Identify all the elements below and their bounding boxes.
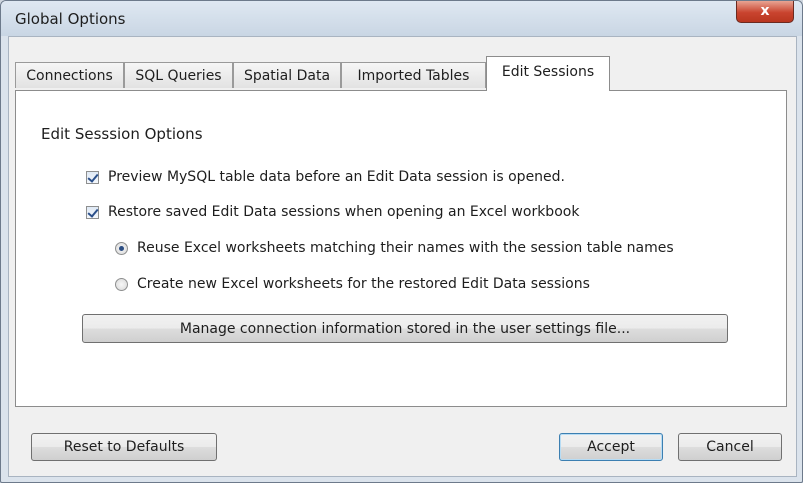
cancel-button[interactable]: Cancel [678, 433, 782, 461]
tab-connections[interactable]: Connections [15, 62, 124, 88]
global-options-dialog: Global Options x Connections SQL Queries… [0, 0, 803, 483]
title-bar[interactable]: Global Options x [1, 1, 802, 36]
dialog-body: Connections SQL Queries Spatial Data Imp… [8, 36, 797, 477]
manage-connections-button[interactable]: Manage connection information stored in … [82, 314, 728, 343]
preview-checkbox[interactable] [86, 170, 99, 184]
reuse-radio-row[interactable]: Reuse Excel worksheets matching their na… [115, 240, 674, 256]
create-radio[interactable] [115, 277, 128, 291]
tab-edit-sessions[interactable]: Edit Sessions [486, 56, 610, 91]
preview-checkbox-row[interactable]: Preview MySQL table data before an Edit … [86, 169, 565, 185]
window-title: Global Options [15, 10, 126, 28]
create-radio-label: Create new Excel worksheets for the rest… [137, 276, 590, 292]
close-icon: x [760, 3, 770, 19]
reset-to-defaults-button[interactable]: Reset to Defaults [31, 433, 217, 461]
restore-checkbox-row[interactable]: Restore saved Edit Data sessions when op… [86, 204, 579, 220]
close-button[interactable]: x [736, 1, 794, 23]
reuse-radio-label: Reuse Excel worksheets matching their na… [137, 240, 674, 256]
tab-sql-queries[interactable]: SQL Queries [124, 62, 233, 88]
edit-sessions-panel: Edit Sesssion Options Preview MySQL tabl… [15, 90, 787, 407]
preview-checkbox-label: Preview MySQL table data before an Edit … [108, 169, 566, 185]
tab-imported-tables[interactable]: Imported Tables [341, 62, 486, 88]
section-title: Edit Sesssion Options [41, 125, 203, 143]
restore-checkbox-label: Restore saved Edit Data sessions when op… [108, 204, 580, 220]
restore-checkbox[interactable] [86, 205, 99, 219]
tab-spatial-data[interactable]: Spatial Data [233, 62, 341, 88]
create-radio-row[interactable]: Create new Excel worksheets for the rest… [115, 276, 590, 292]
reuse-radio[interactable] [115, 241, 128, 255]
accept-button[interactable]: Accept [559, 433, 663, 461]
